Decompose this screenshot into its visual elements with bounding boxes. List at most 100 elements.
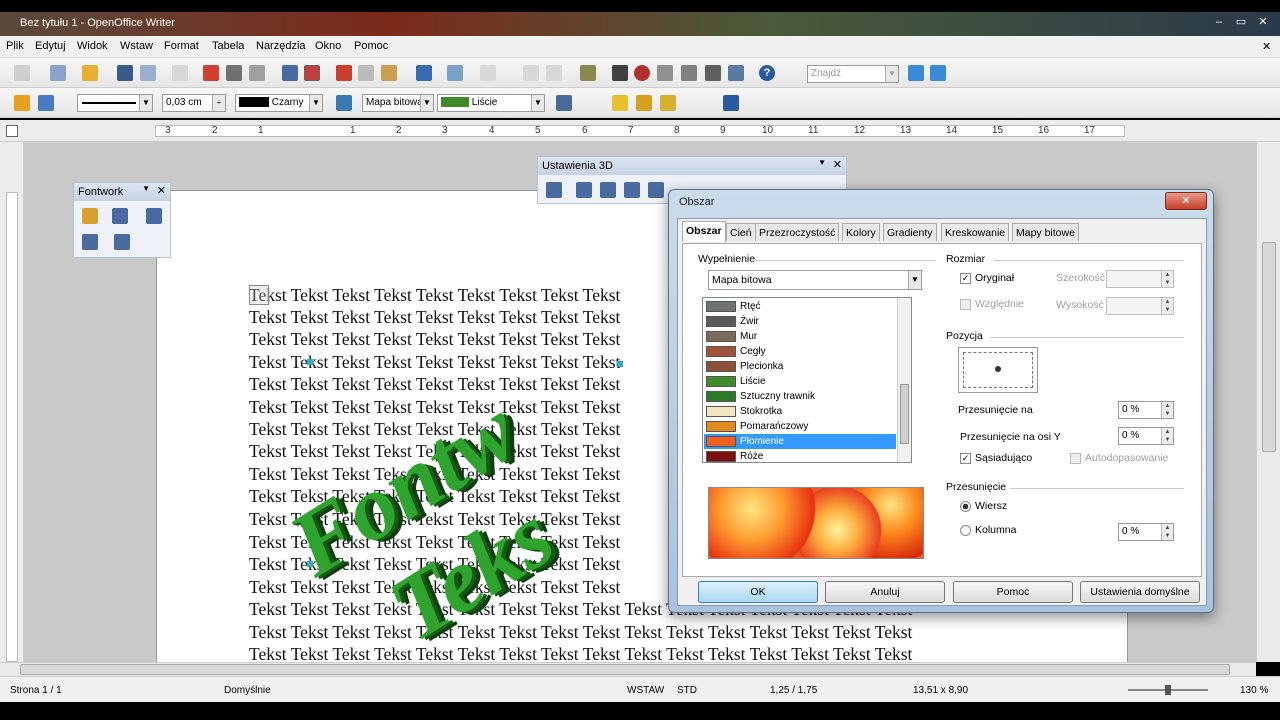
scrollbar-thumb[interactable] [1262, 242, 1276, 452]
arrange-icon[interactable] [660, 95, 676, 111]
position-center-dot[interactable] [995, 366, 1001, 372]
bitmap-list-item[interactable]: Pomarańczowy [704, 419, 896, 434]
tilt-left-icon[interactable] [624, 182, 640, 198]
copy-icon[interactable] [358, 65, 374, 81]
bitmap-list-item[interactable]: Sztuczny trawnik [704, 389, 896, 404]
tilt-down-icon[interactable] [576, 182, 592, 198]
tab-obszar[interactable]: Obszar [682, 221, 726, 242]
zoom-level[interactable]: 130 % [1240, 685, 1268, 696]
bitmap-list-item[interactable]: Płomienie [704, 434, 896, 449]
scrollbar-thumb[interactable] [20, 664, 1230, 675]
tab-cien[interactable]: Cień [726, 223, 756, 241]
menu-wstaw[interactable]: Wstaw [120, 40, 153, 52]
insert-mode[interactable]: WSTAW [627, 685, 664, 696]
autospell-icon[interactable] [304, 65, 320, 81]
page-style[interactable]: Domyślnie [224, 685, 271, 696]
vertical-ruler[interactable] [0, 142, 24, 662]
extrusion-toggle-icon[interactable] [546, 182, 562, 198]
mail-icon[interactable] [140, 65, 156, 81]
paste-icon[interactable] [381, 65, 397, 81]
area-style-icon[interactable] [336, 95, 352, 111]
offset-y-input[interactable]: 0 % ▲ ▼ [1118, 427, 1174, 445]
close-document-icon[interactable]: ✕ [1262, 40, 1271, 53]
hyperlink-icon[interactable] [523, 65, 539, 81]
fontwork-same-height-icon[interactable] [146, 208, 162, 224]
save-icon[interactable] [117, 65, 133, 81]
fontwork-shape-icon[interactable] [112, 208, 128, 224]
draw-functions-icon[interactable] [580, 65, 596, 81]
selection-handle[interactable] [617, 361, 623, 367]
help-button[interactable]: Pomoc [953, 581, 1073, 603]
minimize-icon[interactable]: – [1212, 15, 1226, 29]
table-icon[interactable] [546, 65, 562, 81]
shadow-icon[interactable] [556, 95, 572, 111]
send-back-icon[interactable] [636, 95, 652, 111]
undo-icon[interactable] [447, 65, 463, 81]
fill-type-select[interactable]: Mapa bitowa ▼ [708, 270, 922, 290]
selection-handle[interactable] [307, 359, 313, 365]
fontwork-toolbar-header[interactable]: Fontwork ✕ ▼ [74, 183, 170, 201]
column-radio[interactable] [960, 525, 971, 536]
position-grid[interactable] [958, 347, 1038, 393]
find-up-icon[interactable] [930, 65, 946, 81]
tab-kolory[interactable]: Kolory [842, 223, 880, 241]
menu-okno[interactable]: Okno [315, 40, 341, 52]
document-icon[interactable] [50, 65, 66, 81]
tile-checkbox[interactable]: ✓ [960, 453, 971, 464]
text-line[interactable]: Tekst Tekst Tekst Tekst Tekst Tekst Teks… [249, 374, 620, 395]
zoom-slider-thumb[interactable] [1165, 685, 1171, 695]
tab-stop-icon[interactable] [6, 125, 18, 137]
edit-icon[interactable] [172, 65, 188, 81]
menu-plik[interactable]: Plik [6, 40, 24, 52]
tilt-up-icon[interactable] [600, 182, 616, 198]
nonprinting-chars-icon[interactable] [705, 65, 721, 81]
print-icon[interactable] [226, 65, 242, 81]
selection-mode[interactable]: STD [677, 685, 697, 696]
bitmap-list-item[interactable]: Żwir [704, 314, 896, 329]
offset-x-input[interactable]: 0 % ▲ ▼ [1118, 401, 1174, 419]
chevron-down-icon[interactable]: ▼ [142, 184, 150, 193]
text-line[interactable]: Tekst Tekst Tekst Tekst Tekst Tekst Teks… [249, 285, 620, 306]
preview-icon[interactable] [249, 65, 265, 81]
format-paintbrush-icon[interactable] [416, 65, 432, 81]
row-radio[interactable] [960, 501, 971, 512]
width-input[interactable]: ▲ ▼ [1106, 270, 1174, 288]
anchor-icon[interactable] [14, 95, 30, 111]
menu-edytuj[interactable]: Edytuj [35, 40, 66, 52]
fontwork-alignment-icon[interactable] [82, 234, 98, 250]
menu-format[interactable]: Format [164, 40, 199, 52]
vertical-scrollbar[interactable] [1256, 142, 1280, 662]
line-color-select[interactable]: Czarny ▼ [235, 94, 323, 112]
new-icon[interactable] [14, 65, 30, 81]
anchor-change-icon[interactable] [723, 95, 739, 111]
line-width-input[interactable]: 0,03 cm ÷ [162, 94, 226, 112]
pdf-icon[interactable] [203, 65, 219, 81]
close-icon[interactable]: ✕ [833, 158, 842, 171]
zoom-icon[interactable] [728, 65, 744, 81]
text-line[interactable]: Tekst Tekst Tekst Tekst Tekst Tekst Teks… [249, 622, 912, 643]
defaults-button[interactable]: Ustawienia domyślne [1080, 581, 1200, 603]
menu-pomoc[interactable]: Pomoc [354, 40, 388, 52]
text-line[interactable]: Tekst Tekst Tekst Tekst Tekst Tekst Teks… [249, 329, 620, 350]
bitmap-list-item[interactable]: Róże [704, 449, 896, 462]
bitmap-list-item[interactable]: Mur [704, 329, 896, 344]
find-replace-icon[interactable] [612, 65, 628, 81]
text-line[interactable]: Tekst Tekst Tekst Tekst Tekst Tekst Teks… [249, 352, 620, 373]
horizontal-ruler[interactable]: 3 2 1 1 2 3 4 5 6 7 8 9 10 11 12 13 14 1… [0, 120, 1280, 142]
relative-checkbox[interactable] [960, 299, 971, 310]
menu-widok[interactable]: Widok [77, 40, 108, 52]
bitmap-list-item[interactable]: Plecionka [704, 359, 896, 374]
fontwork-gallery-icon[interactable] [82, 208, 98, 224]
horizontal-scrollbar[interactable] [0, 662, 1256, 676]
cut-icon[interactable] [336, 65, 352, 81]
tab-gradienty[interactable]: Gradienty [883, 223, 937, 241]
text-line[interactable]: Tekst Tekst Tekst Tekst Tekst Tekst Teks… [249, 307, 620, 328]
datasources-icon[interactable] [681, 65, 697, 81]
redo-icon[interactable] [480, 65, 496, 81]
bitmap-list-item[interactable]: Stokrotka [704, 404, 896, 419]
3d-settings-header[interactable]: Ustawienia 3D ✕ ▼ [538, 157, 846, 175]
dialog-close-button[interactable]: ✕ [1165, 192, 1207, 210]
tab-kreskowanie[interactable]: Kreskowanie [941, 223, 1010, 241]
bitmap-list-item[interactable]: Liście [704, 374, 896, 389]
bitmap-list-item[interactable]: Cegły [704, 344, 896, 359]
